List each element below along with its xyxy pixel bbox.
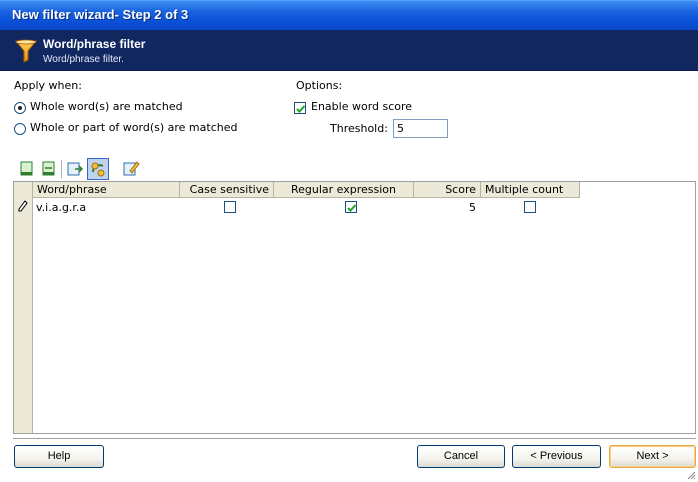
column-headers: Word/phrase Case sensitive Regular expre… bbox=[33, 182, 695, 198]
header-subtitle: Word/phrase filter. bbox=[43, 54, 124, 65]
import-button[interactable] bbox=[87, 158, 109, 180]
enable-word-score-checkbox[interactable] bbox=[294, 102, 306, 114]
row-header-column bbox=[14, 182, 33, 433]
next-button[interactable]: Next > bbox=[609, 445, 696, 468]
column-header-case-sensitive[interactable]: Case sensitive bbox=[180, 182, 274, 198]
resize-grip-icon[interactable] bbox=[686, 470, 696, 480]
pencil-icon bbox=[18, 200, 28, 212]
checkmark-icon bbox=[347, 204, 357, 212]
export-icon[interactable] bbox=[66, 160, 84, 178]
header-title: Word/phrase filter bbox=[43, 37, 146, 51]
column-header-score[interactable]: Score bbox=[414, 182, 481, 198]
radio-whole-words-label[interactable]: Whole word(s) are matched bbox=[30, 100, 183, 113]
funnel-icon bbox=[14, 39, 38, 63]
cell-case-sensitive-checkbox[interactable] bbox=[224, 201, 236, 213]
threshold-input[interactable] bbox=[393, 119, 448, 138]
radio-whole-or-part-label[interactable]: Whole or part of word(s) are matched bbox=[30, 121, 237, 134]
cell-regular-expression-checkbox[interactable] bbox=[345, 201, 357, 213]
import-icon bbox=[91, 162, 105, 177]
apply-when-label: Apply when: bbox=[14, 79, 82, 92]
cancel-button[interactable]: Cancel bbox=[417, 445, 505, 468]
checkmark-icon bbox=[296, 105, 306, 113]
toolbar-divider bbox=[61, 160, 62, 178]
help-button[interactable]: Help bbox=[14, 445, 104, 468]
word-phrase-grid[interactable]: Word/phrase Case sensitive Regular expre… bbox=[13, 181, 696, 434]
cell-score[interactable]: 5 bbox=[469, 201, 476, 214]
window-title: New filter wizard- Step 2 of 3 bbox=[12, 7, 189, 22]
bottom-separator bbox=[13, 438, 696, 439]
enable-word-score-label[interactable]: Enable word score bbox=[311, 100, 412, 113]
column-header-multiple-count[interactable]: Multiple count bbox=[481, 182, 580, 198]
title-bar: New filter wizard- Step 2 of 3 bbox=[0, 0, 698, 30]
column-header-regular-expression[interactable]: Regular expression bbox=[274, 182, 414, 198]
insert-item-icon[interactable] bbox=[40, 160, 58, 178]
cell-word-phrase[interactable]: v.i.a.g.r.a bbox=[36, 201, 86, 214]
cell-multiple-count-checkbox[interactable] bbox=[524, 201, 536, 213]
previous-button[interactable]: < Previous bbox=[512, 445, 601, 468]
options-label: Options: bbox=[296, 79, 343, 92]
radio-whole-words[interactable] bbox=[14, 102, 26, 114]
column-header-word-phrase[interactable]: Word/phrase bbox=[33, 182, 180, 198]
radio-whole-or-part[interactable] bbox=[14, 123, 26, 135]
edit-icon[interactable] bbox=[122, 159, 140, 177]
threshold-label: Threshold: bbox=[330, 122, 388, 135]
wizard-header: Word/phrase filter Word/phrase filter. bbox=[0, 30, 698, 71]
new-item-icon[interactable] bbox=[18, 160, 36, 178]
